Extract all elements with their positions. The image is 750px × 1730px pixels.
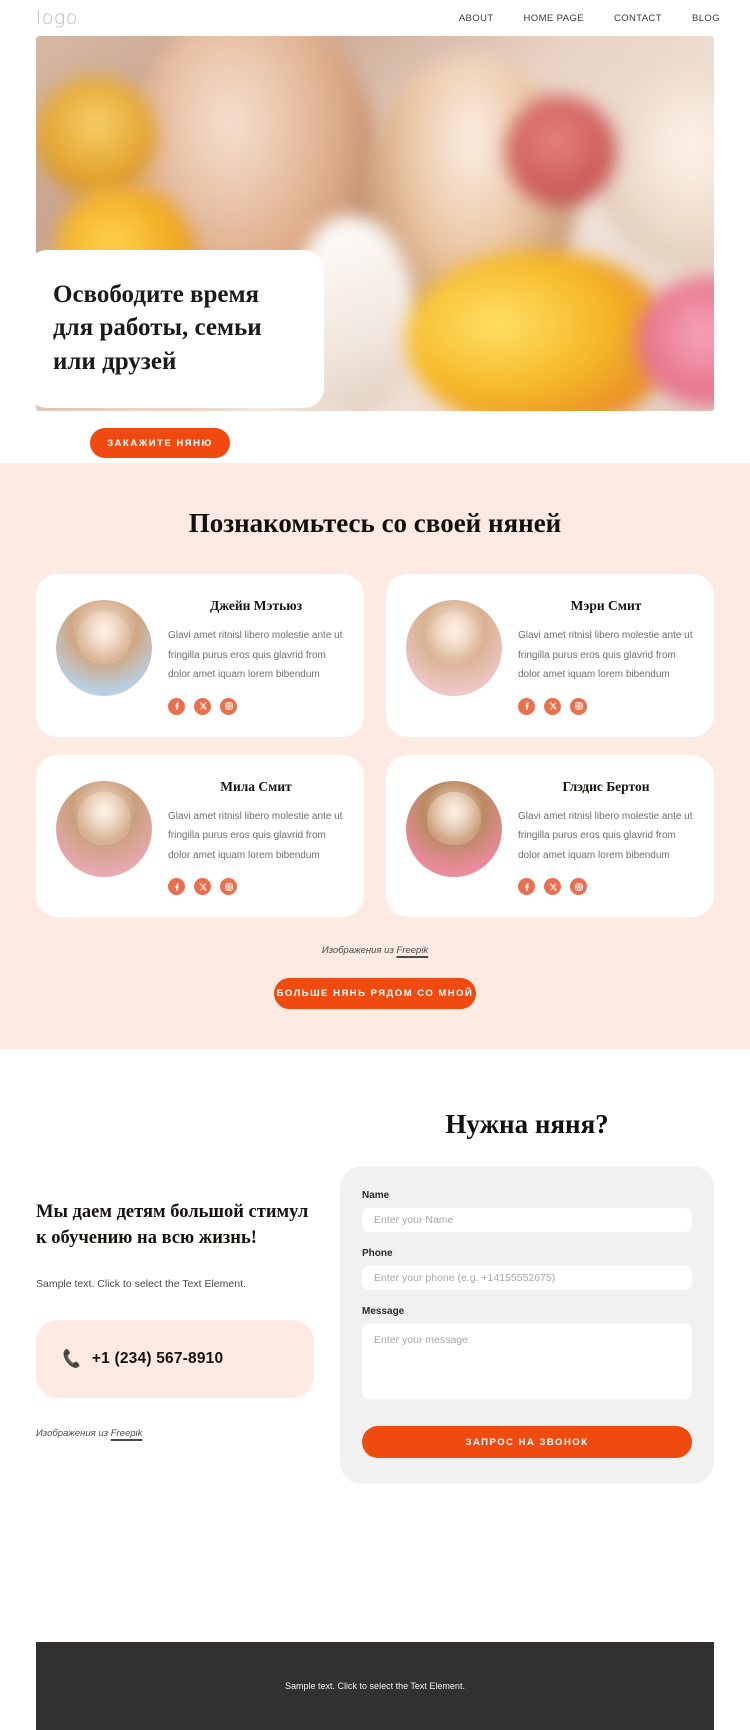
form-title: Нужна няня? [445,1109,609,1139]
phone-number: +1 (234) 567-8910 [91,1350,224,1367]
logo[interactable]: logo [36,7,78,29]
social-links [518,697,694,715]
site-header: logo ABOUT HOME PAGE CONTACT BLOG [0,0,750,36]
nanny-card[interactable]: Джейн Мэтьюз Glavi amet ritnisl libero m… [36,574,364,737]
social-links [518,878,694,895]
freepik-link[interactable]: Freepik [397,945,429,956]
nav-item-contact[interactable]: CONTACT [614,13,662,24]
nanny-description: Glavi amet ritnisl libero molestie ante … [168,630,343,680]
social-links [168,697,344,715]
image-credit: Изображения из Freepik [36,1428,314,1439]
nav-item-blog[interactable]: BLOG [692,13,720,24]
request-call-button[interactable]: ЗАПРОС НА ЗВОНОК [362,1426,692,1458]
avatar [406,780,502,877]
image-credit: Изображения из Freepik [36,945,714,956]
name-label: Name [362,1190,390,1201]
hero-photo-shape [406,251,666,411]
phone-label: Phone [362,1248,393,1259]
name-input[interactable] [362,1208,692,1232]
section-title: Познакомьтесь со своей няней [188,508,562,538]
facebook-icon[interactable] [168,697,185,715]
contact-section: Мы даем детям большой стимул к обучению … [0,1049,750,1484]
x-twitter-icon[interactable] [544,878,561,895]
nav-item-home-page[interactable]: HOME PAGE [524,13,584,24]
avatar [406,600,502,696]
nanny-name: Мэри Смит [570,598,642,613]
instagram-icon[interactable] [570,878,587,895]
freepik-link[interactable]: Freepik [111,1428,143,1439]
nanny-name: Джейн Мэтьюз [209,598,303,613]
nannies-section: Познакомьтесь со своей няней Джейн Мэтью… [0,463,750,1049]
contact-sample-text: Sample text. Click to select the Text El… [36,1277,246,1290]
social-links [168,878,344,895]
instagram-icon[interactable] [220,878,237,895]
image-credit-prefix: Изображения из [321,945,397,956]
nav-item-about[interactable]: ABOUT [459,13,494,24]
nanny-description: Glavi amet ritnisl libero molestie ante … [518,810,693,861]
x-twitter-icon[interactable] [194,878,211,895]
phone-icon: 📞 [60,1349,83,1370]
contact-form-column: Нужна няня? Name Phone Message ЗАПРОС НА… [340,1109,714,1484]
hero-photo-shape [36,76,156,196]
contact-heading: Мы даем детям большой стимул к обучению … [36,1202,309,1249]
nanny-card[interactable]: Мэри Смит Glavi amet ritnisl libero mole… [386,574,714,737]
footer-text: Sample text. Click to select the Text El… [285,1681,465,1691]
avatar [56,600,152,696]
x-twitter-icon[interactable] [544,697,561,715]
instagram-icon[interactable] [570,697,587,715]
message-textarea[interactable] [362,1324,692,1399]
nanny-name: Мила Смит [220,778,292,794]
nanny-card[interactable]: Глэдис Бертон Glavi amet ritnisl libero … [386,754,714,917]
hero-title: Освободите время для работы, семьи или д… [53,281,262,375]
nanny-description: Glavi amet ritnisl libero molestie ante … [168,810,343,861]
nanny-name: Глэдис Бертон [562,778,650,794]
contact-info-column: Мы даем детям большой стимул к обучению … [36,1109,314,1484]
image-credit-prefix: Изображения из [36,1428,111,1439]
more-nannies-button[interactable]: БОЛЬШЕ НЯНЬ РЯДОМ СО МНОЙ [274,978,476,1009]
facebook-icon[interactable] [168,878,185,895]
x-twitter-icon[interactable] [194,697,211,715]
hero-photo-shape [506,96,616,206]
phone-box[interactable]: 📞 +1 (234) 567-8910 [36,1320,314,1398]
nanny-card-grid: Джейн Мэтьюз Glavi amet ritnisl libero m… [36,574,714,917]
main-navigation: ABOUT HOME PAGE CONTACT BLOG [459,13,720,24]
nanny-description: Glavi amet ritnisl libero molestie ante … [518,630,693,680]
nanny-card[interactable]: Мила Смит Glavi amet ritnisl libero mole… [36,754,364,917]
phone-input[interactable] [362,1266,692,1290]
site-footer: Sample text. Click to select the Text El… [36,1642,714,1730]
hero-text-card: Освободите время для работы, семьи или д… [27,250,324,408]
message-label: Message [362,1306,405,1317]
facebook-icon[interactable] [518,697,535,715]
contact-form: Name Phone Message ЗАПРОС НА ЗВОНОК [340,1166,714,1484]
facebook-icon[interactable] [518,878,535,895]
avatar [56,780,152,877]
order-nanny-button[interactable]: ЗАКАЖИТЕ НЯНЮ [90,428,230,458]
instagram-icon[interactable] [220,697,237,715]
